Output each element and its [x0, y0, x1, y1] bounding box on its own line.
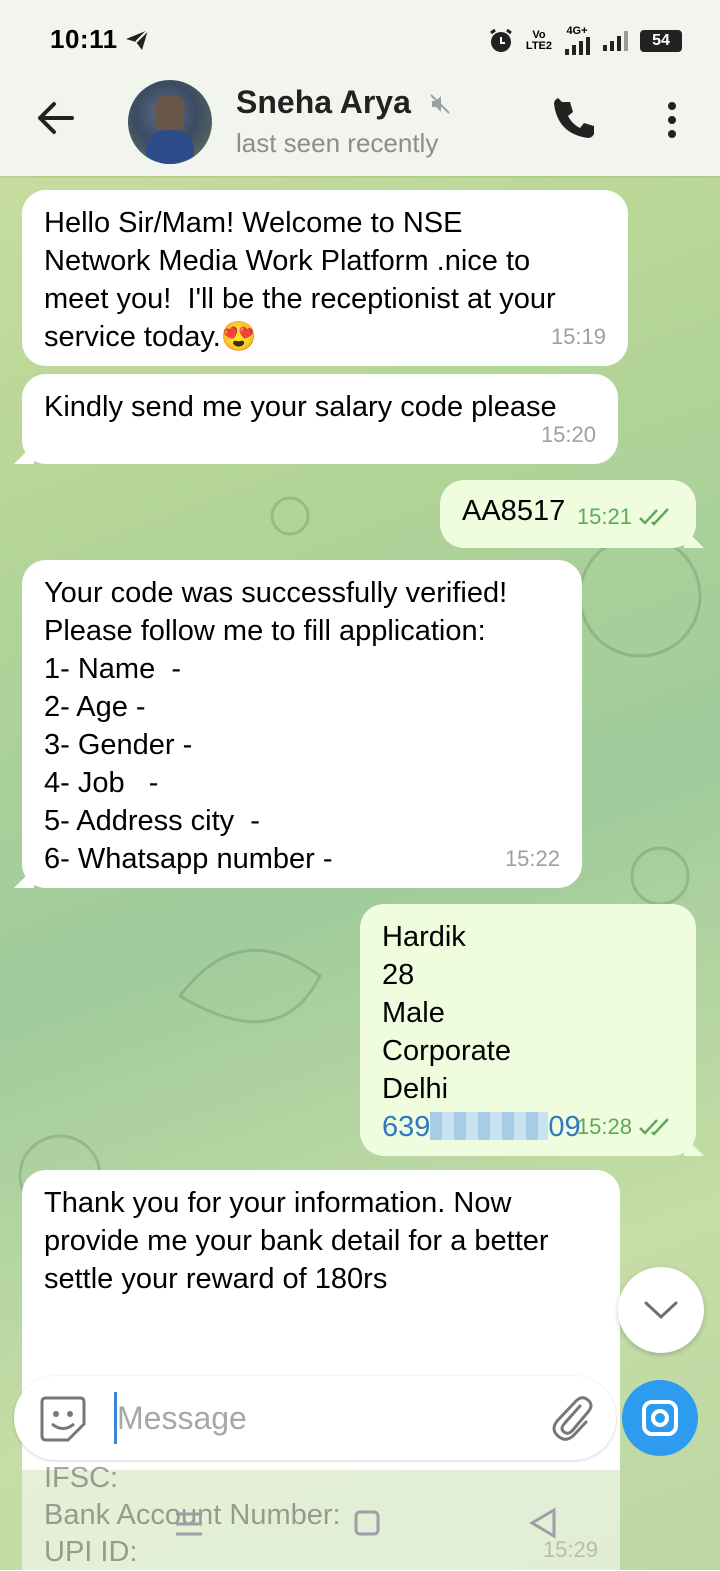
- message-time-text: 15:20: [540, 422, 596, 447]
- contact-name[interactable]: Sneha Arya: [236, 84, 411, 121]
- avatar-face: [156, 96, 184, 132]
- message-text-line: settle your reward of 180rs: [44, 1263, 388, 1295]
- volte-label: Vo LTE2: [525, 28, 552, 52]
- phone-number-start: 639: [382, 1111, 431, 1143]
- battery-indicator: 54: [640, 29, 682, 52]
- signal-bars-icon-2: [603, 30, 628, 51]
- phone-number-end: 09: [548, 1111, 581, 1143]
- message-text-line: Network Media Work Platform .nice to: [44, 245, 531, 277]
- message-time: 15:22: [505, 840, 560, 878]
- lte-text: LTE2: [525, 39, 552, 52]
- message-text-line: meet you! I'll be the receptionist at yo…: [44, 283, 556, 315]
- message-text-line: 5- Address city -: [44, 805, 260, 837]
- paperclip-icon[interactable]: [550, 1394, 594, 1442]
- message-text-line: Hardik: [382, 921, 466, 953]
- message-incoming[interactable]: Your code was successfully verified! Ple…: [14, 560, 582, 888]
- message-time-text: 15:22: [504, 846, 560, 871]
- message-text-line: Corporate: [382, 1035, 511, 1067]
- message-outgoing[interactable]: Hardik 28 Male Corporate Delhi 639 09 15:…: [360, 904, 704, 1156]
- message-text-line: provide me your bank detail for a better: [44, 1225, 549, 1257]
- message-text-line: Kindly send me your salary code please: [44, 391, 557, 423]
- network-type-text: 4G+: [566, 25, 588, 37]
- recents-nav-icon: [176, 1512, 202, 1536]
- telegram-send-icon: [126, 29, 149, 50]
- signal-bars-icon: [565, 37, 590, 55]
- message-text-line: Hello Sir/Mam! Welcome to NSE: [44, 207, 463, 239]
- signal-4g: 4G+: [564, 26, 590, 55]
- last-seen-status: last seen recently: [236, 128, 439, 158]
- status-icons: Vo LTE2 4G+ 54: [488, 26, 682, 55]
- more-vert-icon[interactable]: [660, 100, 684, 140]
- message-outgoing[interactable]: AA8517 15:21: [440, 480, 704, 548]
- status-time: 10:11: [50, 24, 118, 54]
- message-time-text: 15:21: [576, 504, 632, 529]
- volte-text: Vo: [532, 28, 546, 41]
- chevron-down-icon: [644, 1301, 678, 1320]
- read-ticks-icon: [639, 508, 669, 526]
- message-time-text: 15:19: [550, 324, 606, 349]
- camera-icon: [642, 1400, 678, 1436]
- message-text-line: Your code was successfully verified!: [44, 577, 508, 609]
- message-time: 15:21: [577, 498, 674, 536]
- message-text-line: 28: [382, 959, 415, 991]
- message-text-line: Please follow me to fill application:: [44, 615, 486, 647]
- sticker-icon[interactable]: [38, 1394, 88, 1444]
- faded-line: IFSC:: [44, 1462, 119, 1494]
- message-input[interactable]: [114, 1392, 539, 1444]
- avatar-body: [146, 130, 194, 164]
- message-time-text: 15:28: [576, 1114, 632, 1139]
- back-nav-icon: [529, 1507, 556, 1539]
- home-nav-icon: [354, 1510, 380, 1536]
- muted-icon: [430, 94, 450, 114]
- message-time: 15:28: [577, 1108, 674, 1146]
- system-navigation-bar: [176, 1507, 556, 1539]
- message-text-line: service today.😍: [44, 321, 257, 353]
- alarm-icon: [490, 28, 512, 52]
- message-text-line: Thank you for your information. Now: [44, 1187, 512, 1219]
- camera-button[interactable]: [622, 1380, 698, 1456]
- message-text-line: Male: [382, 997, 445, 1029]
- chat-header: Sneha Arya last seen recently: [0, 80, 720, 176]
- message-incoming[interactable]: Hello Sir/Mam! Welcome to NSE Network Me…: [22, 190, 628, 366]
- message-text-line: 4- Job -: [44, 767, 159, 799]
- back-arrow-icon[interactable]: [34, 96, 78, 140]
- message-text-line: 6- Whatsapp number -: [44, 843, 333, 875]
- message-text-line: 3- Gender -: [44, 729, 193, 761]
- contact-avatar[interactable]: [128, 80, 212, 164]
- read-ticks-icon: [639, 1118, 669, 1136]
- message-composer: [14, 1376, 616, 1460]
- message-time: 15:19: [551, 318, 606, 356]
- scroll-down-button[interactable]: [618, 1267, 704, 1353]
- message-text-line: 2- Age -: [44, 691, 146, 723]
- message-text-line: 1- Name -: [44, 653, 181, 685]
- message-incoming[interactable]: Kindly send me your salary code please 1…: [14, 374, 618, 464]
- phone-icon[interactable]: [552, 98, 596, 142]
- top-bar: 10:11 Vo LTE2 4G+ 54 Sneha Arya last see…: [0, 0, 720, 176]
- status-bar: 10:11 Vo LTE2 4G+ 54: [0, 0, 720, 80]
- message-text-line: Delhi: [382, 1073, 449, 1105]
- phone-number-redacted: [430, 1112, 549, 1140]
- message-time: 15:20: [541, 416, 596, 454]
